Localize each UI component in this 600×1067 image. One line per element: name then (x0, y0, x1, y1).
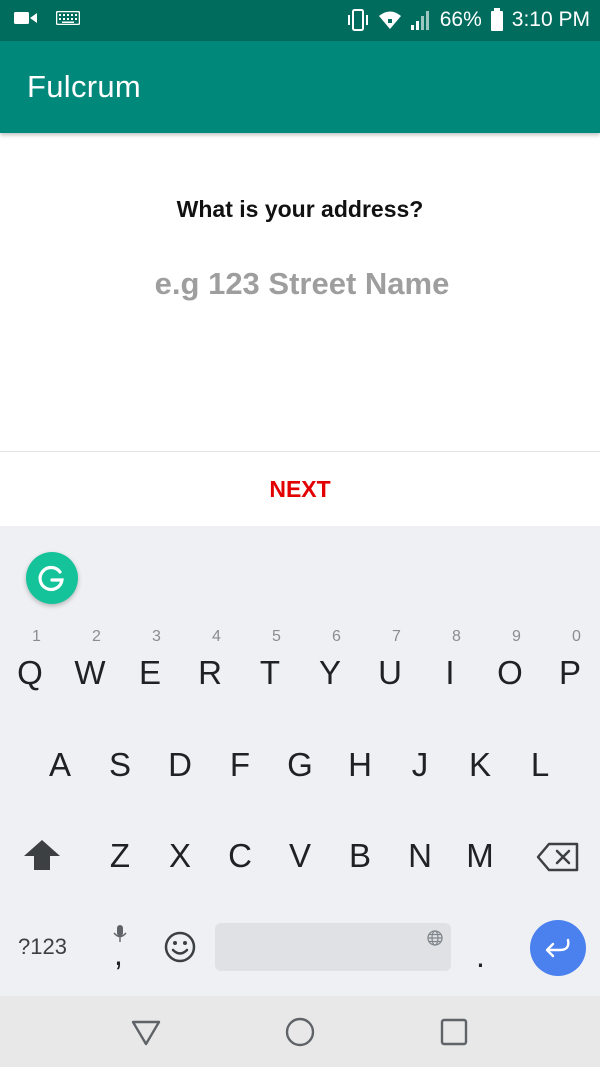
key-j[interactable]: J (390, 746, 450, 784)
comma-label: , (114, 936, 123, 972)
app-bar: Fulcrum (0, 41, 600, 133)
key-s[interactable]: S (90, 746, 150, 784)
key-w[interactable]: W2 (60, 628, 120, 692)
key-label: V (288, 837, 311, 874)
enter-arrow-icon (545, 938, 570, 958)
key-label: J (411, 746, 429, 783)
address-input[interactable] (50, 260, 554, 308)
key-q[interactable]: Q1 (0, 628, 60, 692)
key-label: L (530, 746, 550, 783)
key-number-hint: 3 (152, 628, 161, 645)
key-label: X (168, 837, 191, 874)
battery-percentage: 66% (439, 8, 482, 31)
comma-key[interactable]: , (108, 924, 132, 974)
key-label: Q (17, 654, 43, 691)
key-label: R (198, 654, 222, 691)
clock: 3:10 PM (511, 8, 590, 31)
key-h[interactable]: H (330, 746, 390, 784)
recents-icon[interactable] (437, 1015, 471, 1049)
key-number-hint: 8 (452, 628, 461, 645)
status-bar: 66% 3:10 PM (0, 0, 600, 41)
vibrate-icon (347, 9, 368, 31)
key-g[interactable]: G (270, 746, 330, 784)
key-number-hint: 1 (32, 628, 41, 645)
grammarly-icon[interactable] (26, 552, 78, 604)
key-u[interactable]: U7 (360, 628, 420, 692)
backspace-key[interactable] (536, 842, 580, 877)
key-v[interactable]: V (270, 837, 330, 875)
question-label: What is your address? (176, 196, 424, 222)
key-r[interactable]: R4 (180, 628, 240, 692)
home-icon[interactable] (283, 1015, 317, 1049)
wifi-icon (378, 11, 401, 29)
key-label: T (259, 654, 281, 691)
key-y[interactable]: Y6 (300, 628, 360, 692)
next-button[interactable]: NEXT (0, 452, 600, 526)
emoji-icon (164, 931, 196, 963)
key-label: B (348, 837, 371, 874)
key-m[interactable]: M (450, 837, 510, 875)
key-label: N (408, 837, 432, 874)
signal-icon (410, 11, 429, 30)
key-number-hint: 9 (512, 628, 521, 645)
shift-arrow-icon (24, 840, 60, 870)
key-label: Y (318, 654, 341, 691)
key-x[interactable]: X (150, 837, 210, 875)
enter-key[interactable] (530, 920, 586, 976)
key-o[interactable]: O9 (480, 628, 540, 692)
key-label: F (229, 746, 251, 783)
key-e[interactable]: E3 (120, 628, 180, 692)
emoji-key[interactable] (163, 930, 197, 969)
key-label: H (348, 746, 372, 783)
app-title: Fulcrum (27, 69, 142, 104)
key-label: P (558, 654, 581, 691)
backspace-icon (536, 842, 579, 872)
key-l[interactable]: L (510, 746, 570, 784)
key-k[interactable]: K (450, 746, 510, 784)
key-label: D (168, 746, 192, 783)
globe-icon (427, 930, 443, 946)
key-t[interactable]: T5 (240, 628, 300, 692)
key-n[interactable]: N (390, 837, 450, 875)
key-number-hint: 0 (572, 628, 581, 645)
key-a[interactable]: A (30, 746, 90, 784)
key-label: S (108, 746, 131, 783)
key-i[interactable]: I8 (420, 628, 480, 692)
key-label: W (74, 654, 106, 691)
key-label: K (468, 746, 491, 783)
status-bar-right: 66% 3:10 PM (346, 6, 590, 34)
key-label: I (445, 654, 455, 691)
key-label: U (378, 654, 402, 691)
keyboard-icon (56, 11, 80, 25)
key-label: M (466, 837, 494, 874)
soft-keyboard: Q1W2E3R4T5Y6U7I8O9P0 ASDFGHJKL ZXCVBNM ?… (0, 526, 600, 996)
key-p[interactable]: P0 (540, 628, 600, 692)
battery-icon (490, 8, 503, 31)
space-key[interactable] (215, 923, 451, 971)
key-number-hint: 6 (332, 628, 341, 645)
shift-key[interactable] (22, 838, 62, 877)
key-z[interactable]: Z (90, 837, 150, 875)
key-number-hint: 4 (212, 628, 221, 645)
key-label: G (287, 746, 313, 783)
symbols-key[interactable]: ?123 (18, 934, 67, 960)
key-label: C (228, 837, 252, 874)
key-label: A (48, 746, 71, 783)
video-camera-icon (14, 12, 37, 24)
status-bar-left (14, 10, 80, 26)
back-icon[interactable] (129, 1015, 163, 1049)
key-number-hint: 7 (392, 628, 401, 645)
period-key[interactable]: . (476, 938, 485, 975)
key-label: Z (109, 837, 131, 874)
key-number-hint: 5 (272, 628, 281, 645)
key-label: O (497, 654, 523, 691)
key-number-hint: 2 (92, 628, 101, 645)
key-c[interactable]: C (210, 837, 270, 875)
key-f[interactable]: F (210, 746, 270, 784)
key-d[interactable]: D (150, 746, 210, 784)
key-b[interactable]: B (330, 837, 390, 875)
navigation-bar (0, 996, 600, 1067)
key-label: E (138, 654, 161, 691)
